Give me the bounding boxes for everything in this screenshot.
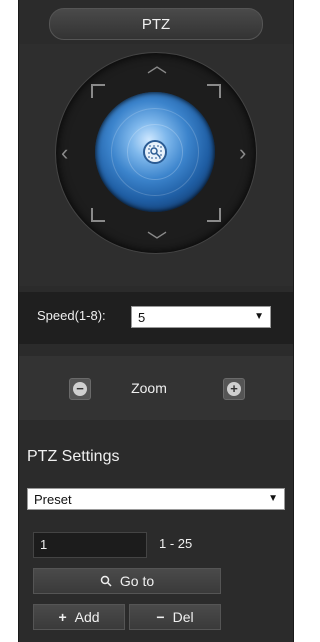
mode-select[interactable]: Preset ▼ (27, 488, 285, 510)
auto-focus-icon[interactable] (143, 140, 167, 164)
zoom-label: Zoom (131, 380, 167, 396)
right-arrow-icon[interactable]: › (239, 142, 246, 164)
preset-number-input[interactable]: 1 (33, 532, 147, 558)
speed-select[interactable]: 5 ▼ (131, 306, 271, 328)
preset-range: 1 - 25 (159, 536, 193, 551)
plus-icon: + (227, 382, 241, 396)
down-arrow-icon[interactable]: ﹀ (147, 232, 167, 252)
search-icon (100, 575, 112, 587)
goto-button[interactable]: Go to (33, 568, 221, 594)
minus-icon: − (73, 382, 87, 396)
down-right-arrow-icon[interactable] (207, 208, 221, 222)
panel-title: PTZ (49, 8, 263, 40)
ptz-control-area: ︿ ﹀ ‹ › (19, 44, 293, 286)
panel-title-text: PTZ (141, 15, 171, 33)
ptz-settings: PTZ Settings Preset ▼ 1 1 - 25 Go to + A… (19, 434, 293, 642)
preset-number-value: 1 (40, 537, 48, 552)
chevron-down-icon: ▼ (254, 311, 264, 322)
down-left-arrow-icon[interactable] (91, 208, 105, 222)
up-arrow-icon[interactable]: ︿ (147, 56, 167, 76)
del-label: Del (172, 609, 194, 625)
settings-title: PTZ Settings (27, 448, 120, 465)
goto-label: Go to (119, 573, 155, 589)
speed-row: Speed(1-8): 5 ▼ (19, 292, 293, 344)
zoom-out-button[interactable]: − (69, 378, 91, 400)
add-label: Add (74, 609, 100, 625)
speed-value: 5 (138, 309, 146, 325)
ptz-panel: PTZ ︿ ﹀ ‹ › Speed(1-8): 5 ▼ − Zoom + PTZ… (18, 0, 294, 642)
plus-icon: + (58, 609, 67, 625)
mode-value: Preset (34, 491, 72, 507)
up-right-arrow-icon[interactable] (207, 84, 221, 98)
up-left-arrow-icon[interactable] (91, 84, 105, 98)
left-arrow-icon[interactable]: ‹ (61, 142, 68, 164)
minus-icon: − (156, 609, 165, 625)
zoom-row: − Zoom + (19, 356, 293, 420)
speed-label: Speed(1-8): (37, 308, 106, 323)
add-button[interactable]: + Add (33, 604, 125, 630)
chevron-down-icon: ▼ (268, 493, 278, 504)
zoom-in-button[interactable]: + (223, 378, 245, 400)
delete-button[interactable]: − Del (129, 604, 221, 630)
